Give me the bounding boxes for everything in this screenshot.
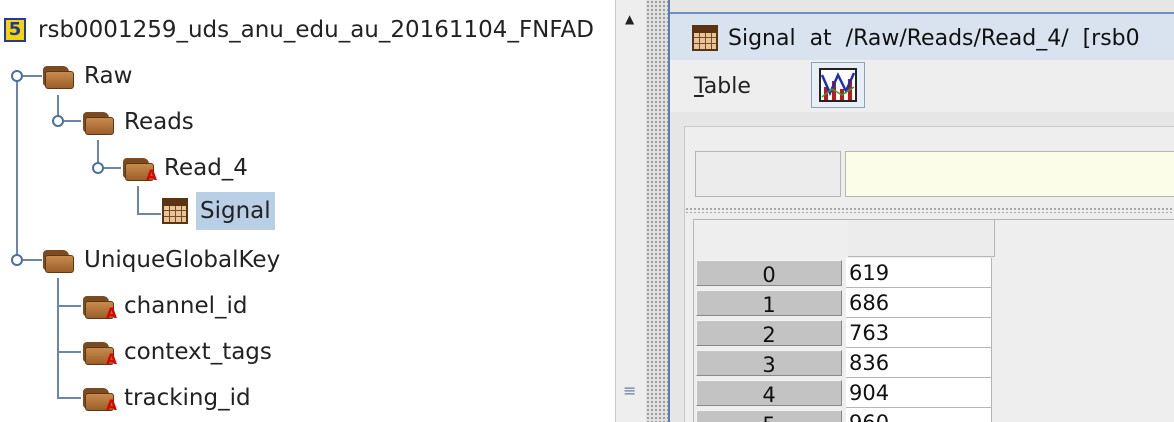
table-row: 2 763 [694, 318, 992, 348]
split-pane-divider[interactable] [646, 0, 668, 422]
table-cell[interactable]: 904 [846, 378, 992, 408]
tree-line [57, 278, 59, 398]
table-cell[interactable]: 836 [846, 348, 992, 378]
tree-item-label: Reads [124, 109, 194, 135]
tree-item-uniqueglobalkey[interactable]: UniqueGlobalKey [42, 240, 284, 280]
tree-item-raw[interactable]: Raw [42, 56, 136, 96]
folder-icon [82, 110, 114, 135]
menu-table[interactable]: Table [694, 74, 751, 99]
table-row: 4 904 [694, 378, 992, 408]
tree-item-label: Raw [84, 63, 133, 89]
cell-value-field[interactable] [845, 151, 1174, 197]
table-row: 0 619 [694, 258, 992, 288]
column-header[interactable] [848, 220, 995, 257]
expand-toggle-read4[interactable] [92, 162, 104, 174]
expand-toggle-raw[interactable] [11, 70, 23, 82]
tree-item-context-tags[interactable]: A context_tags [82, 332, 276, 372]
table-content-panel: 0 619 1 686 2 763 3 836 4 904 5 960 [684, 126, 1174, 422]
tree-item-tracking-id[interactable]: A tracking_id [82, 378, 255, 418]
dataset-table-icon [692, 25, 718, 51]
table-cell[interactable]: 763 [846, 318, 992, 348]
dataset-viewer-frame: Signal at /Raw/Reads/Read_4/ [rsb0 Table… [668, 0, 1174, 422]
scroll-grip-icon[interactable]: ≡ [623, 383, 636, 399]
folder-with-attributes-icon: A [122, 156, 157, 184]
table-row: 5 960 [694, 408, 992, 422]
folder-with-attributes-icon: A [82, 340, 117, 368]
tree-item-channel-id[interactable]: A channel_id [82, 286, 252, 326]
tree-line [57, 397, 81, 399]
hdf5-file-icon: 5 [4, 18, 26, 42]
folder-with-attributes-icon: A [82, 386, 117, 414]
menu-mnemonic: T [694, 73, 704, 99]
tree-line [57, 305, 81, 307]
tree-line [16, 80, 18, 260]
tree-root-file[interactable]: 5 rsb0001259_uds_anu_edu_au_20161104_FNF… [4, 10, 598, 50]
tree-item-label: context_tags [124, 339, 272, 365]
menu-label: able [703, 73, 751, 99]
frame-title: Signal at /Raw/Reads/Read_4/ [rsb0 [728, 25, 1140, 51]
tree-item-label-selected: Signal [196, 192, 275, 230]
folder-icon [42, 248, 74, 273]
tree-item-label: UniqueGlobalKey [84, 247, 281, 273]
dataset-table-icon [162, 198, 188, 224]
line-plot-button[interactable] [811, 62, 865, 108]
folder-icon [42, 64, 74, 89]
folder-with-attributes-icon: A [82, 294, 117, 322]
tree-item-signal[interactable]: Signal [162, 191, 275, 231]
row-header[interactable]: 1 [696, 290, 842, 317]
tree-root-label: rsb0001259_uds_anu_edu_au_20161104_FNFAD [38, 17, 594, 43]
expand-toggle-reads[interactable] [52, 115, 64, 127]
line-plot-icon [819, 68, 857, 102]
cell-location-field [695, 151, 841, 197]
panel-split-divider[interactable] [685, 207, 1174, 213]
tree-item-label: Read_4 [164, 155, 248, 181]
row-header[interactable]: 0 [696, 260, 842, 287]
scroll-up-arrow-icon[interactable]: ▲ [625, 12, 634, 26]
tree-item-reads[interactable]: Reads [82, 102, 198, 142]
tree-vertical-scrollbar[interactable]: ▲ ≡ [615, 0, 646, 422]
row-header[interactable]: 5 [696, 410, 842, 422]
tree-item-label: channel_id [124, 293, 248, 319]
tree-line [137, 186, 139, 214]
data-table: 0 619 1 686 2 763 3 836 4 904 5 960 [693, 219, 1174, 422]
tree-line [137, 213, 161, 215]
row-header[interactable]: 4 [696, 380, 842, 407]
table-row: 3 836 [694, 348, 992, 378]
expand-toggle-uniqueglobalkey[interactable] [11, 254, 23, 266]
tree-line [57, 351, 81, 353]
table-row: 1 686 [694, 288, 992, 318]
row-header[interactable]: 3 [696, 350, 842, 377]
tree-item-read4[interactable]: A Read_4 [122, 148, 252, 188]
table-cell[interactable]: 686 [846, 288, 992, 318]
menu-bar: Table [670, 60, 1174, 112]
tree-item-label: tracking_id [124, 385, 251, 411]
frame-titlebar[interactable]: Signal at /Raw/Reads/Read_4/ [rsb0 [670, 12, 1174, 62]
table-cell[interactable]: 960 [846, 408, 992, 422]
table-cell[interactable]: 619 [846, 258, 992, 288]
hdf-tree-pane: 5 rsb0001259_uds_anu_edu_au_20161104_FNF… [0, 0, 615, 422]
row-header[interactable]: 2 [696, 320, 842, 347]
